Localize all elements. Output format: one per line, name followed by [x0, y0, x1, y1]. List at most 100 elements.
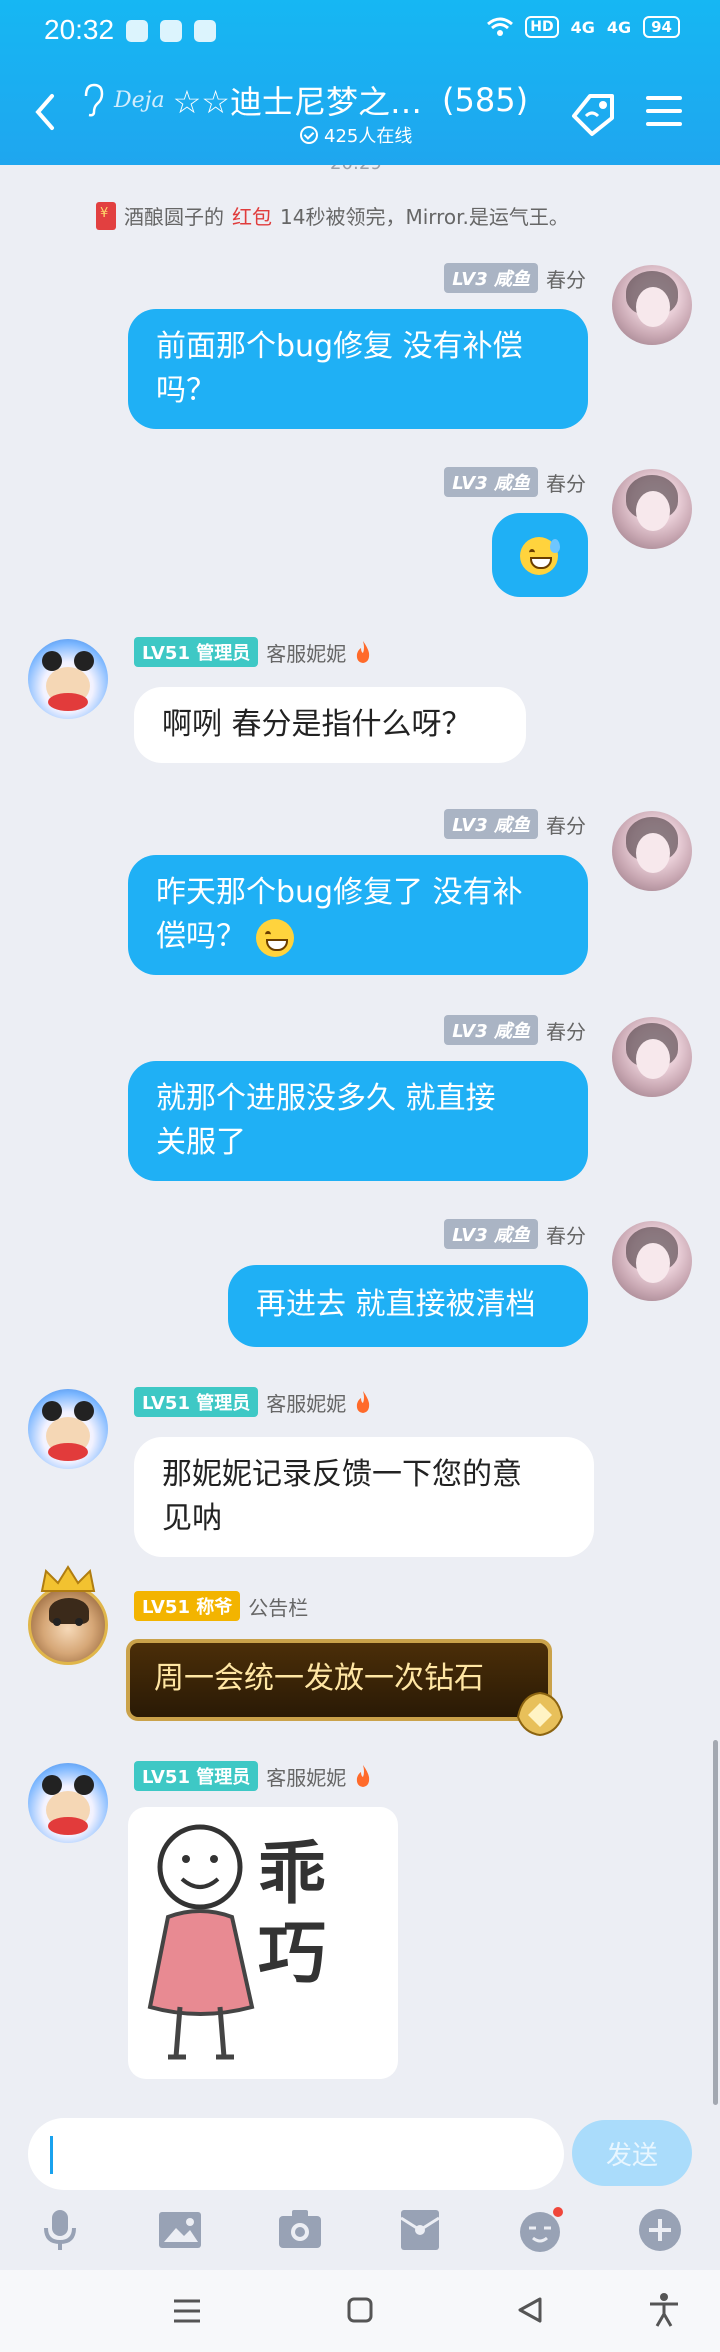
accessibility-icon[interactable] [648, 2292, 680, 2328]
avatar[interactable] [28, 1763, 108, 1843]
fire-icon [357, 1391, 370, 1413]
ear-icon [84, 83, 104, 117]
battery-icon: 94 [643, 16, 680, 38]
announcement-bubble[interactable]: 周一会统一发放一次钻石 [126, 1639, 552, 1721]
avatar[interactable] [28, 1585, 108, 1665]
sender-name: 公告栏 [248, 1595, 309, 1620]
signal-4g-icon: 4G [570, 17, 595, 37]
group-tag-icon[interactable] [568, 90, 620, 138]
message-meta: LV51 管理员 客服妮妮 [134, 1761, 372, 1791]
message-text: 就那个进服没多久 就直接 [156, 1081, 496, 1116]
plus-icon[interactable] [636, 2206, 684, 2254]
member-count: (585) [442, 81, 529, 119]
menu-icon[interactable] [646, 96, 682, 128]
fire-icon [357, 1765, 370, 1787]
image-icon[interactable] [156, 2206, 204, 2254]
sender-name: 春分 [546, 471, 586, 496]
message-text: 见呐 [162, 1501, 222, 1536]
grin-emoji-icon [255, 918, 294, 957]
notice-text: 酒酿圆子的 [124, 205, 224, 229]
message-meta: LV51 管理员 客服妮妮 [134, 637, 372, 667]
status-bar: 20:32 HD 4G 4G 94 [0, 0, 720, 60]
message-text: 周一会统一发放一次钻石 [154, 1661, 484, 1696]
message-text: 偿吗？ [156, 919, 246, 954]
send-button[interactable]: 发送 [572, 2120, 692, 2186]
message-bubble[interactable]: 再进去 就直接被清档 [228, 1265, 588, 1347]
message-bubble[interactable]: 昨天那个bug修复了 没有补 偿吗？ [128, 855, 588, 975]
level-badge: LV3 咸鱼 [444, 809, 538, 839]
input-bar: 发送 [0, 2110, 720, 2270]
home-icon[interactable] [346, 2296, 374, 2324]
notice-text: 14秒被领完，Mirror.是运气王。 [280, 205, 569, 229]
group-title: ☆☆迪士尼梦之… [172, 83, 422, 121]
message-meta: LV3 咸鱼 春分 [444, 809, 586, 839]
level-badge: LV51 称爷 [134, 1591, 241, 1621]
sticker-image[interactable]: 乖巧 [128, 1807, 398, 2079]
avatar[interactable] [612, 265, 692, 345]
message-input[interactable] [28, 2118, 564, 2190]
sender-name: 客服妮妮 [266, 641, 347, 666]
message-text: 那妮妮记录反馈一下您的意 [162, 1457, 522, 1492]
system-nav-bar [0, 2270, 720, 2352]
message-meta: LV3 咸鱼 春分 [444, 263, 586, 293]
message-meta: LV3 咸鱼 春分 [444, 467, 586, 497]
group-logo: Deja [114, 87, 165, 113]
system-notice: 酒酿圆子的红包 14秒被领完，Mirror.是运气王。 [96, 201, 569, 230]
avatar[interactable] [28, 1389, 108, 1469]
message-bubble[interactable]: 前面那个bug修复 没有补偿 吗？ [128, 309, 588, 429]
notification-icon [194, 20, 216, 42]
status-indicators: HD 4G 4G 94 [487, 16, 680, 38]
message-meta: LV3 咸鱼 春分 [444, 1219, 586, 1249]
avatar[interactable] [612, 469, 692, 549]
notification-icon [126, 20, 148, 42]
avatar[interactable] [612, 1221, 692, 1301]
level-badge: LV3 咸鱼 [444, 263, 538, 293]
level-badge: LV3 咸鱼 [444, 1015, 538, 1045]
sender-name: 客服妮妮 [266, 1391, 347, 1416]
sender-name: 春分 [546, 813, 586, 838]
avatar[interactable] [612, 811, 692, 891]
level-badge: LV51 管理员 [134, 637, 259, 667]
message-text: 昨天那个bug修复了 没有补 [156, 875, 523, 910]
camera-icon[interactable] [276, 2206, 324, 2254]
notification-icon [160, 20, 182, 42]
level-badge: LV3 咸鱼 [444, 1219, 538, 1249]
message-text: 前面那个bug修复 没有补偿 [156, 329, 523, 364]
message-bubble[interactable] [492, 513, 588, 597]
message-bubble[interactable]: 啊咧 春分是指什么呀？ [134, 687, 526, 763]
status-time: 20:32 [44, 14, 115, 45]
message-bubble[interactable]: 就那个进服没多久 就直接 关服了 [128, 1061, 588, 1181]
check-icon [300, 126, 318, 144]
message-meta: LV51 称爷 公告栏 [134, 1591, 308, 1621]
back-nav-icon[interactable] [516, 2296, 544, 2324]
red-packet-icon [96, 201, 116, 230]
avatar[interactable] [28, 639, 108, 719]
avatar[interactable] [612, 1017, 692, 1097]
message-list[interactable]: 20:29 酒酿圆子的红包 14秒被领完，Mirror.是运气王。 LV3 咸鱼 … [0, 165, 720, 2110]
level-badge: LV3 咸鱼 [444, 467, 538, 497]
online-count: 425人在线 [324, 126, 413, 147]
time-divider: 20:29 [330, 165, 382, 174]
message-meta: LV51 管理员 客服妮妮 [134, 1387, 372, 1417]
sender-name: 春分 [546, 1223, 586, 1248]
red-packet-icon[interactable] [396, 2206, 444, 2254]
recent-apps-icon[interactable] [172, 2298, 202, 2324]
back-icon[interactable] [30, 92, 60, 132]
sweat-smile-emoji-icon [520, 536, 560, 575]
message-bubble[interactable]: 那妮妮记录反馈一下您的意 见呐 [134, 1437, 594, 1557]
message-text: 啊咧 春分是指什么呀？ [162, 707, 472, 742]
scrollbar[interactable] [713, 1740, 718, 2105]
level-badge: LV51 管理员 [134, 1387, 259, 1417]
message-text: 再进去 就直接被清档 [256, 1287, 536, 1322]
sender-name: 客服妮妮 [266, 1765, 347, 1790]
group-title-row[interactable]: Deja ☆☆迪士尼梦之… (585) [80, 78, 560, 122]
sender-name: 春分 [546, 1019, 586, 1044]
text-caret [50, 2136, 53, 2174]
online-status: 425人在线 [300, 122, 412, 148]
emoji-icon[interactable] [516, 2206, 564, 2254]
sticker-caption: 乖巧 [258, 1835, 327, 1994]
mic-icon[interactable] [36, 2206, 84, 2254]
message-text: 关服了 [156, 1125, 246, 1160]
level-badge: LV51 管理员 [134, 1761, 259, 1791]
red-packet-link[interactable]: 红包 [232, 201, 272, 230]
